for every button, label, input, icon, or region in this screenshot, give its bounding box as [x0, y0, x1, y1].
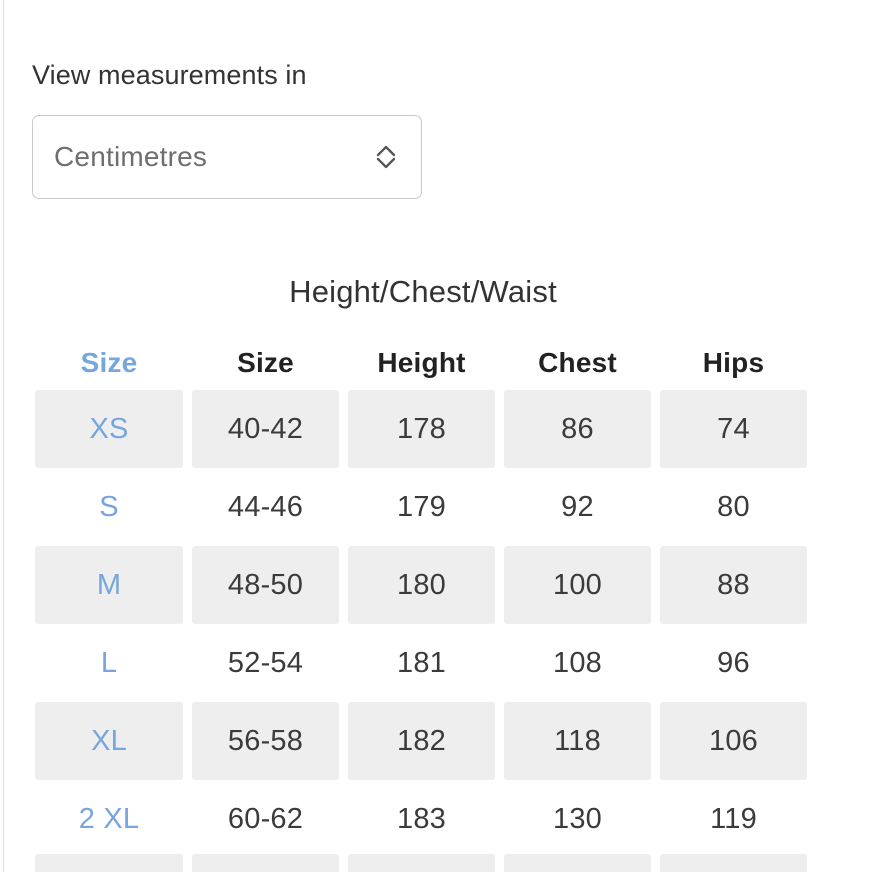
size-guide-panel: View measurements in Centimetres Height/… [0, 0, 872, 872]
table-row: S 44-46 179 92 80 [35, 468, 812, 546]
cell-size [35, 854, 183, 872]
cell-size-numeric: 48-50 [192, 546, 339, 624]
unit-select-value: Centimetres [54, 141, 208, 172]
table-row-partial [35, 854, 812, 872]
cell-height: 182 [348, 702, 495, 780]
unit-select[interactable]: Centimetres [32, 115, 422, 199]
cell-chest: 118 [504, 702, 651, 780]
table-row: XS 40-42 178 86 74 [35, 390, 812, 468]
cell-size-numeric [192, 854, 339, 872]
cell-height: 178 [348, 390, 495, 468]
cell-height: 179 [397, 491, 446, 523]
column-header-hips: Hips [702, 347, 765, 378]
cell-height: 181 [397, 647, 446, 679]
cell-chest [504, 854, 651, 872]
table-row: 2 XL 60-62 183 130 119 [35, 780, 812, 858]
cell-size: 2 XL [78, 803, 140, 835]
cell-hips: 74 [660, 390, 807, 468]
chevron-up-down-icon [373, 140, 399, 174]
cell-hips: 80 [717, 491, 750, 523]
cell-size-numeric: 40-42 [192, 390, 339, 468]
cell-height: 183 [397, 803, 446, 835]
cell-hips: 96 [717, 647, 750, 679]
cell-size: M [35, 546, 183, 624]
cell-size-numeric: 52-54 [227, 647, 304, 679]
cell-hips [660, 854, 807, 872]
cell-height: 180 [348, 546, 495, 624]
cell-chest: 86 [504, 390, 651, 468]
cell-hips: 119 [710, 803, 757, 835]
column-header-height: Height [377, 347, 466, 378]
table-row: XL 56-58 182 118 106 [35, 702, 812, 780]
table-row: L 52-54 181 108 96 [35, 624, 812, 702]
column-header-size-label: Size [80, 347, 138, 378]
cell-chest: 130 [553, 803, 602, 835]
cell-chest: 92 [561, 491, 594, 523]
table-row: M 48-50 180 100 88 [35, 546, 812, 624]
cell-size-numeric: 56-58 [192, 702, 339, 780]
cell-hips: 88 [660, 546, 807, 624]
cell-size-numeric: 60-62 [227, 803, 304, 835]
cell-size-numeric: 44-46 [227, 491, 304, 523]
page-edge-divider [3, 0, 4, 872]
unit-selector-group: View measurements in Centimetres [32, 58, 452, 199]
cell-size: XL [35, 702, 183, 780]
size-table-title: Height/Chest/Waist [289, 274, 557, 309]
size-table: Size Size Height Chest Hips XS 40-42 178… [35, 336, 812, 858]
cell-size: XS [35, 390, 183, 468]
cell-size: L [100, 647, 118, 679]
unit-selector-label: View measurements in [32, 60, 307, 90]
cell-chest: 100 [504, 546, 651, 624]
table-header-row: Size Size Height Chest Hips [35, 336, 812, 390]
cell-size: S [99, 491, 119, 523]
column-header-chest: Chest [538, 347, 617, 378]
cell-hips: 106 [660, 702, 807, 780]
cell-chest: 108 [553, 647, 602, 679]
column-header-size-numeric: Size [237, 347, 294, 378]
cell-height [348, 854, 495, 872]
